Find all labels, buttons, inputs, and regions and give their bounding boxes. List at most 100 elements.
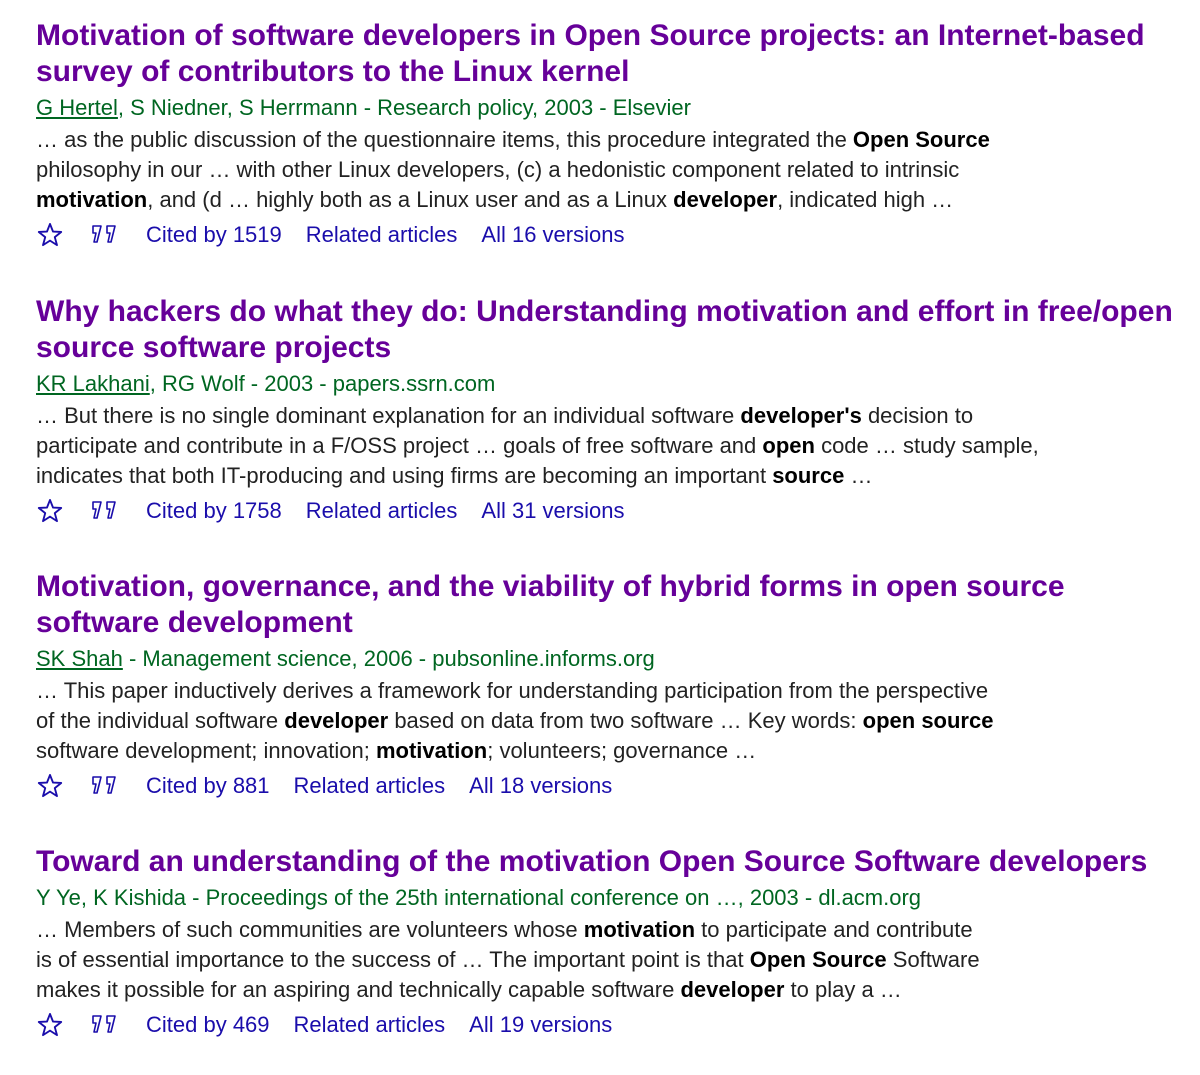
highlight-term: motivation: [583, 917, 696, 942]
author-link[interactable]: SK Shah: [36, 646, 123, 671]
title-line: Motivation, governance, and the viabilit…: [36, 570, 1065, 603]
publication-info: , RG Wolf - 2003 - papers.ssrn.com: [149, 371, 496, 396]
all-versions-link[interactable]: All 16 versions: [481, 222, 624, 248]
related-articles-link[interactable]: Related articles: [294, 773, 446, 799]
text-segment: Software developers: [845, 845, 1148, 878]
highlight-term: open source: [886, 570, 1065, 603]
text-segment: Software: [886, 947, 980, 972]
text-segment: … Members of such communities are volunt…: [36, 917, 584, 942]
highlight-term: Motivation: [36, 19, 186, 52]
result-snippet: … as the public discussion of the questi…: [36, 125, 1192, 215]
result-item: Why hackers do what they do: Understandi…: [36, 294, 1192, 527]
text-segment: , and (d … highly both as a Linux user a…: [147, 187, 674, 212]
text-segment: survey of contributors to the Linux kern…: [36, 55, 630, 88]
snippet-line: participate and contribute in a F/OSS pr…: [36, 431, 1192, 461]
text-segment: … This paper inductively derives a frame…: [36, 678, 989, 703]
highlight-term: open source: [862, 708, 994, 733]
text-segment: and effort in free/: [847, 295, 1102, 328]
text-segment: is of essential importance to the succes…: [36, 947, 750, 972]
highlight-term: motivation: [36, 187, 148, 212]
cited-by-link[interactable]: Cited by 1758: [146, 498, 282, 524]
text-segment: software development; innovation;: [36, 738, 376, 763]
cited-by-link[interactable]: Cited by 881: [146, 773, 270, 799]
result-actions: Cited by 1519 Related articles All 16 ve…: [36, 219, 1192, 251]
quote-icon[interactable]: [90, 1011, 120, 1039]
snippet-line: of the individual software developer bas…: [36, 706, 1192, 736]
highlight-term: Open Source: [749, 947, 887, 972]
text-segment: makes it possible for an aspiring and te…: [36, 977, 681, 1002]
text-segment: … as the public discussion of the questi…: [36, 127, 853, 152]
quote-icon[interactable]: [90, 221, 120, 249]
text-segment: projects: an Internet-based: [751, 19, 1145, 52]
result-title[interactable]: Motivation of software developers in Ope…: [36, 18, 1192, 90]
highlight-term: developer: [680, 977, 785, 1002]
title-line: survey of contributors to the Linux kern…: [36, 55, 629, 88]
author-link[interactable]: KR Lakhani: [36, 371, 150, 396]
quote-icon[interactable]: [90, 772, 120, 800]
result-authors: G Hertel, S Niedner, S Herrmann - Resear…: [36, 95, 1192, 121]
text-segment: software projects: [134, 331, 392, 364]
highlight-term: Open Source: [852, 127, 990, 152]
result-authors: SK Shah - Management science, 2006 - pub…: [36, 646, 1192, 672]
author-link[interactable]: G Hertel: [36, 95, 118, 120]
snippet-line: … But there is no single dominant explan…: [36, 401, 1192, 431]
snippet-line: is of essential importance to the succes…: [36, 945, 1192, 975]
text-segment: software development: [36, 606, 353, 639]
result-title[interactable]: Toward an understanding of the motivatio…: [36, 844, 1192, 880]
result-title[interactable]: Why hackers do what they do: Understandi…: [36, 294, 1192, 366]
highlight-term: open: [762, 433, 815, 458]
text-segment: indicates that both IT-producing and usi…: [36, 463, 773, 488]
highlight-term: developer's: [740, 403, 862, 428]
result-actions: Cited by 469 Related articles All 19 ver…: [36, 1009, 1192, 1041]
result-title[interactable]: Motivation, governance, and the viabilit…: [36, 569, 1192, 641]
snippet-line: … This paper inductively derives a frame…: [36, 676, 1192, 706]
text-segment: … But there is no single dominant explan…: [36, 403, 741, 428]
publication-info: Y Ye, K Kishida - Proceedings of the 25t…: [36, 885, 922, 910]
highlight-term: Motivation: [36, 570, 186, 603]
snippet-line: philosophy in our … with other Linux dev…: [36, 155, 1192, 185]
snippet-line: … Members of such communities are volunt…: [36, 915, 1192, 945]
text-segment: code … study sample,: [814, 433, 1039, 458]
all-versions-link[interactable]: All 19 versions: [469, 1012, 612, 1038]
result-item: Toward an understanding of the motivatio…: [36, 844, 1192, 1041]
highlight-term: source: [36, 331, 135, 364]
cited-by-link[interactable]: Cited by 1519: [146, 222, 282, 248]
star-icon[interactable]: [36, 772, 64, 800]
highlight-term: developer: [673, 187, 778, 212]
title-line: software development: [36, 606, 353, 639]
all-versions-link[interactable]: All 18 versions: [469, 773, 612, 799]
highlight-term: motivation: [375, 738, 488, 763]
text-segment: to participate and contribute: [695, 917, 973, 942]
related-articles-link[interactable]: Related articles: [306, 498, 458, 524]
title-line: source software projects: [36, 331, 391, 364]
text-segment: philosophy in our … with other Linux dev…: [36, 157, 960, 182]
result-authors: KR Lakhani, RG Wolf - 2003 - papers.ssrn…: [36, 371, 1192, 397]
related-articles-link[interactable]: Related articles: [306, 222, 458, 248]
snippet-line: makes it possible for an aspiring and te…: [36, 975, 1192, 1005]
text-segment: Toward an understanding of the: [36, 845, 499, 878]
result-actions: Cited by 881 Related articles All 18 ver…: [36, 770, 1192, 802]
publication-info: - Management science, 2006 - pubsonline.…: [122, 646, 655, 671]
title-line: Toward an understanding of the motivatio…: [36, 845, 1147, 878]
text-segment: …: [844, 463, 873, 488]
result-item: Motivation of software developers in Ope…: [36, 18, 1192, 251]
all-versions-link[interactable]: All 31 versions: [481, 498, 624, 524]
highlight-term: motivation Open Source: [498, 845, 846, 878]
snippet-line: software development; innovation; motiva…: [36, 736, 1192, 766]
text-segment: to play a …: [784, 977, 902, 1002]
text-segment: participate and contribute in a F/OSS pr…: [36, 433, 763, 458]
star-icon[interactable]: [36, 497, 64, 525]
result-actions: Cited by 1758 Related articles All 31 ve…: [36, 495, 1192, 527]
text-segment: , governance, and the viability of hybri…: [186, 570, 887, 603]
text-segment: decision to: [861, 403, 974, 428]
result-snippet: … Members of such communities are volunt…: [36, 915, 1192, 1005]
cited-by-link[interactable]: Cited by 469: [146, 1012, 270, 1038]
star-icon[interactable]: [36, 1011, 64, 1039]
star-icon[interactable]: [36, 221, 64, 249]
text-segment: of software developers in: [186, 19, 565, 52]
text-segment: of the individual software: [36, 708, 285, 733]
related-articles-link[interactable]: Related articles: [294, 1012, 446, 1038]
quote-icon[interactable]: [90, 497, 120, 525]
snippet-line: … as the public discussion of the questi…: [36, 125, 1192, 155]
highlight-term: motivation: [696, 295, 848, 328]
